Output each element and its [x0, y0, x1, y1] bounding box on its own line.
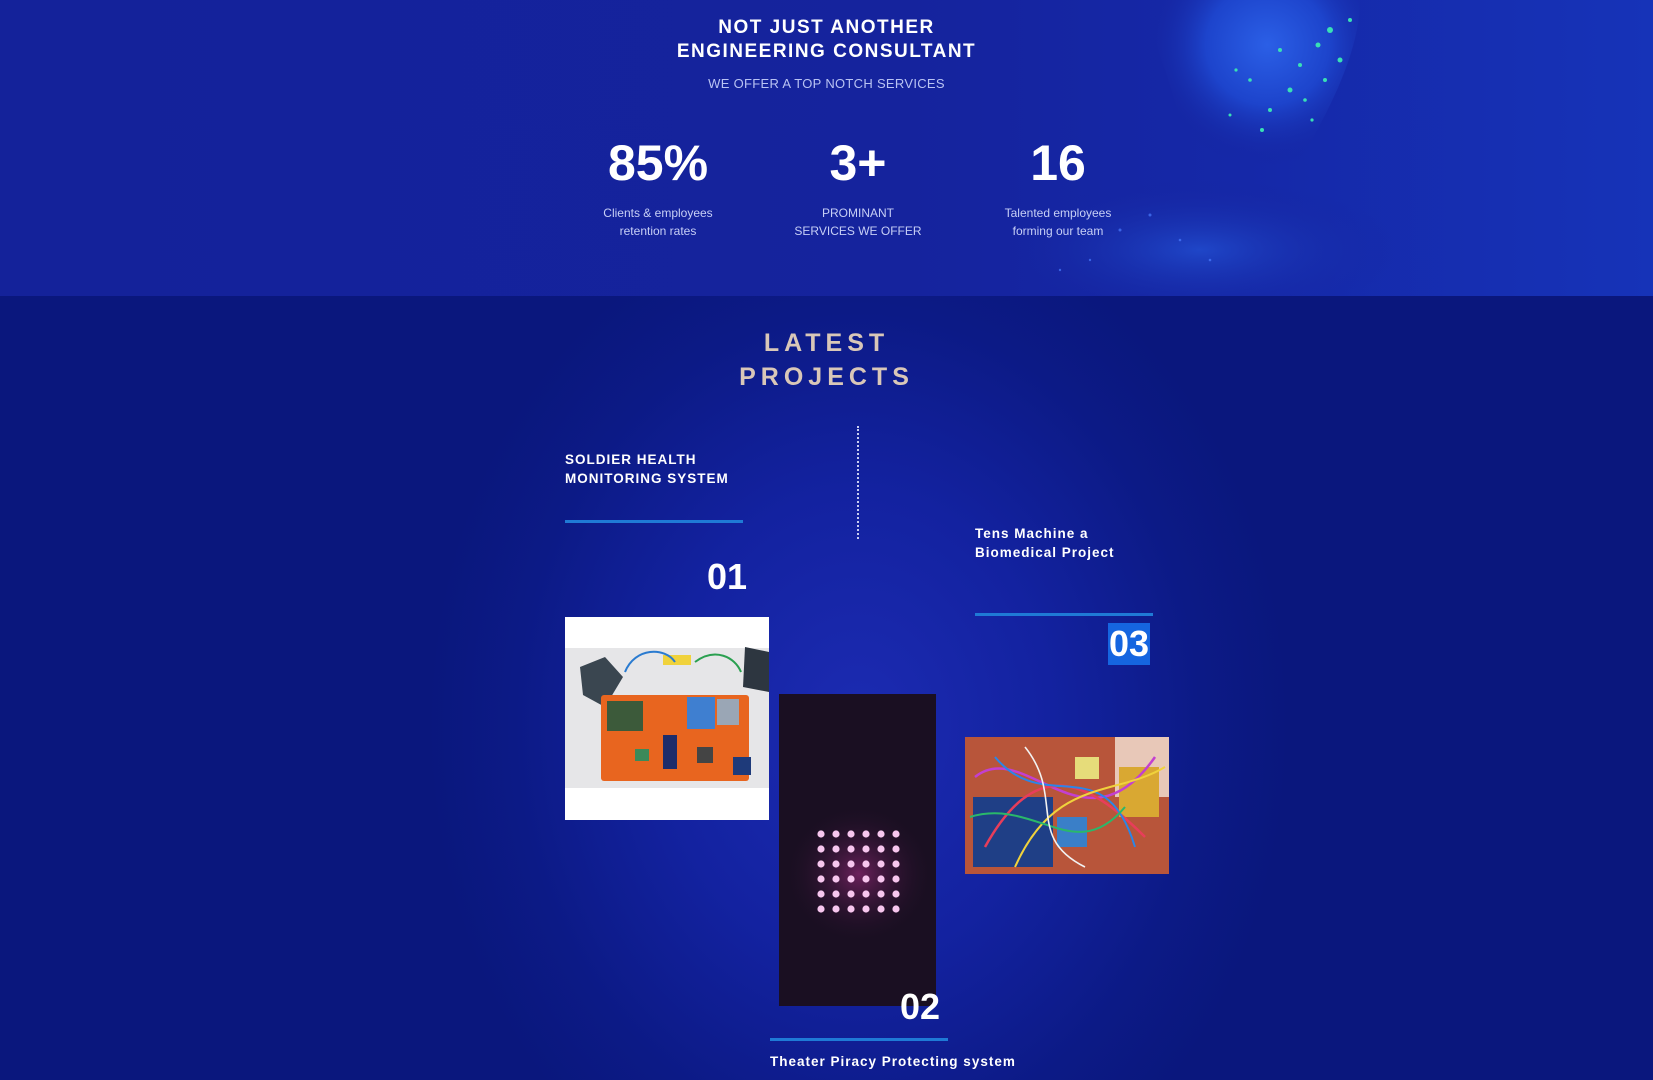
led-dot: [832, 890, 840, 898]
tens-circuit-photo: [965, 737, 1169, 874]
led-dot: [847, 845, 855, 853]
led-dot: [877, 875, 885, 883]
led-dot: [862, 830, 870, 838]
stat-label-line: SERVICES WE OFFER: [794, 224, 922, 238]
led-dot: [817, 905, 825, 913]
subheadline: WE OFFER A TOP NOTCH SERVICES: [708, 76, 945, 91]
project-02-number: 02: [900, 986, 941, 1027]
project-03-number: 03: [1108, 623, 1151, 665]
project-title-line: Theater Piracy Protecting system: [770, 1054, 1016, 1069]
project-title-line: SOLDIER HEALTH: [565, 452, 697, 467]
project-03-image[interactable]: [965, 737, 1169, 874]
project-01-number: 01: [707, 556, 748, 597]
led-matrix-photo: [779, 694, 936, 1006]
stat-label: Talented employees forming our team: [958, 204, 1158, 240]
led-dot: [832, 830, 840, 838]
led-dot: [847, 890, 855, 898]
stat-label-line: Clients & employees: [603, 206, 713, 220]
stat-retention: 85% Clients & employees retention rates: [558, 134, 758, 240]
project-01-image[interactable]: [565, 617, 769, 820]
stat-value: 16: [1030, 135, 1086, 191]
stat-label-line: forming our team: [1012, 224, 1104, 238]
project-01-title[interactable]: SOLDIER HEALTH MONITORING SYSTEM: [565, 450, 729, 488]
stat-label-line: Talented employees: [1004, 206, 1112, 220]
led-dot: [892, 860, 900, 868]
headline-line2: ENGINEERING CONSULTANT: [676, 41, 977, 62]
dotted-divider: [857, 426, 859, 539]
projects-section: LATEST PROJECTS SOLDIER HEALTH MONITORIN…: [0, 296, 1653, 1080]
stat-employees: 16 Talented employees forming our team: [958, 134, 1158, 240]
led-dot: [877, 830, 885, 838]
stats-section: NOT JUST ANOTHER ENGINEERING CONSULTANT …: [0, 0, 1653, 296]
led-dot: [832, 860, 840, 868]
project-03-title[interactable]: Tens Machine a Biomedical Project: [975, 524, 1115, 562]
project-03-accent-line: [975, 613, 1153, 616]
stat-label: PROMINANT SERVICES WE OFFER: [758, 204, 958, 240]
project-title-line: Tens Machine a: [975, 526, 1089, 541]
led-dot: [847, 875, 855, 883]
project-02-title[interactable]: Theater Piracy Protecting system: [770, 1052, 1016, 1071]
led-dot: [877, 845, 885, 853]
led-dot: [847, 905, 855, 913]
led-dot: [892, 875, 900, 883]
led-dot: [877, 860, 885, 868]
led-dot: [892, 905, 900, 913]
stat-label-line: PROMINANT: [822, 206, 894, 220]
led-dot: [817, 875, 825, 883]
stat-value: 85%: [607, 135, 709, 191]
led-dot: [862, 860, 870, 868]
stat-label: Clients & employees retention rates: [558, 204, 758, 240]
led-dot: [892, 830, 900, 838]
circuit-board-photo: [565, 647, 769, 788]
project-01-accent-line: [565, 520, 743, 523]
led-dot: [817, 860, 825, 868]
projects-title-line1: LATEST: [763, 329, 890, 357]
led-dot: [817, 890, 825, 898]
led-dot: [877, 890, 885, 898]
project-02-accent-line: [770, 1038, 948, 1041]
stat-label-line: retention rates: [619, 224, 697, 238]
led-dot: [892, 845, 900, 853]
led-dot: [892, 890, 900, 898]
headline-line1: NOT JUST ANOTHER: [718, 17, 935, 38]
led-dot: [832, 905, 840, 913]
stat-value: 3+: [829, 135, 887, 191]
led-dot: [862, 890, 870, 898]
led-dot: [877, 905, 885, 913]
project-title-line: Biomedical Project: [975, 545, 1115, 560]
led-dot: [862, 905, 870, 913]
led-dot: [847, 860, 855, 868]
led-dot: [832, 875, 840, 883]
led-dot: [862, 875, 870, 883]
project-title-line: MONITORING SYSTEM: [565, 471, 729, 486]
led-dot: [847, 830, 855, 838]
led-dot: [862, 845, 870, 853]
projects-title-line2: PROJECTS: [739, 363, 914, 391]
led-dot: [817, 845, 825, 853]
project-02-image[interactable]: [779, 694, 936, 1006]
stat-services: 3+ PROMINANT SERVICES WE OFFER: [758, 134, 958, 240]
led-dot: [832, 845, 840, 853]
led-dot: [817, 830, 825, 838]
